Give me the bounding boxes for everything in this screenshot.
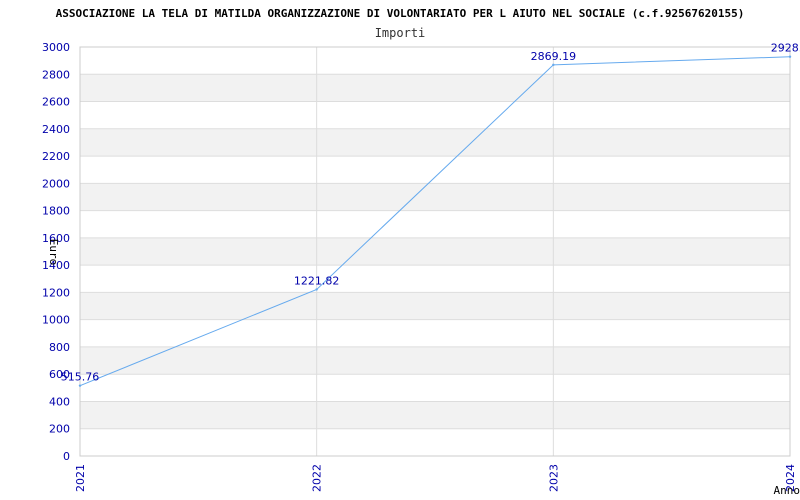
grid-band [80, 237, 790, 266]
data-point [552, 63, 555, 67]
grid-band [80, 346, 790, 375]
data-label: 1221.82 [294, 274, 340, 287]
y-tick-label: 1000 [42, 314, 70, 327]
grid-band [80, 74, 790, 102]
y-tick-label: 2800 [42, 68, 70, 81]
series-line [79, 56, 791, 387]
chart-title: ASSOCIAZIONE LA TELA DI MATILDA ORGANIZZ… [56, 7, 745, 20]
data-label: 2928.6 [771, 42, 800, 55]
y-axis-label: Euro [47, 239, 60, 266]
y-tick-label: 0 [63, 450, 70, 463]
series [78, 55, 792, 387]
y-tick-label: 3000 [42, 41, 70, 54]
y-tick-label: 2000 [42, 177, 70, 190]
x-tick-label: 2022 [311, 464, 324, 492]
y-tick-label: 400 [49, 395, 70, 408]
data-point [788, 55, 792, 58]
y-tick-label: 200 [49, 423, 70, 436]
y-tick-label: 1200 [42, 286, 70, 299]
y-tick-label: 2400 [42, 123, 70, 136]
line-chart: ASSOCIAZIONE LA TELA DI MATILDA ORGANIZZ… [42, 7, 800, 497]
x-tick-label: 2021 [74, 464, 87, 492]
y-tick-label: 1800 [42, 205, 70, 218]
chart-subtitle: Importi [375, 26, 426, 40]
y-tick-label: 800 [49, 341, 70, 354]
data-label: 2869.19 [531, 50, 577, 63]
x-tick-label: 2023 [547, 464, 560, 492]
data-label: 515.76 [61, 371, 100, 384]
y-tick-label: 2200 [42, 150, 70, 163]
grid-band [80, 128, 790, 157]
grid-band [80, 292, 790, 320]
x-axis-label: Anno [774, 484, 800, 497]
x-axis-ticks: 2021 2022 2023 2024 [74, 464, 797, 492]
y-tick-label: 2600 [42, 96, 70, 109]
background-bands [80, 74, 790, 429]
grid-band [80, 401, 790, 429]
data-point [315, 288, 318, 291]
data-point [78, 384, 82, 387]
grid-band [80, 183, 790, 211]
